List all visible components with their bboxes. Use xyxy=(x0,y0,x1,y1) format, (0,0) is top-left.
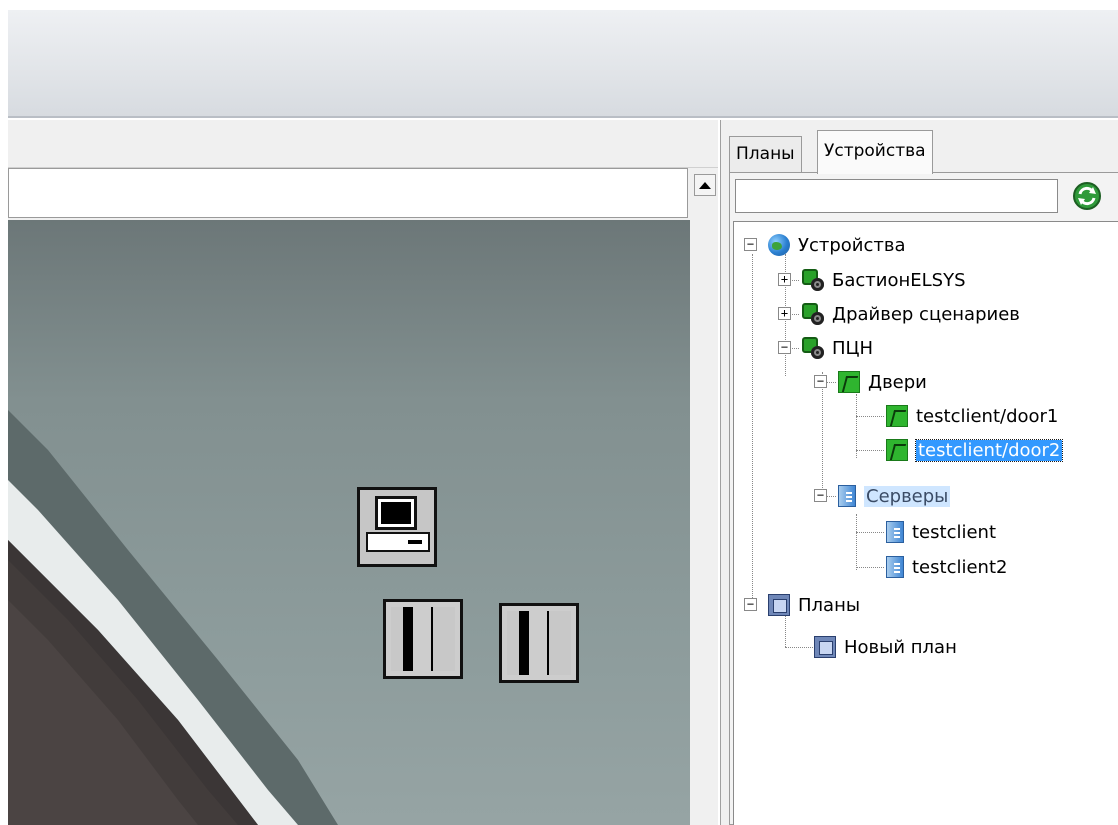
computer-icon[interactable] xyxy=(357,487,437,567)
tree-node-label: ПЦН xyxy=(832,337,874,359)
monitor-screen xyxy=(375,496,417,530)
tree-node-label: Устройства xyxy=(798,234,906,256)
tree-node-door2[interactable]: testclient/door2 xyxy=(886,435,1064,465)
tree-node-label: Драйвер сценариев xyxy=(832,303,1020,325)
driver-gear-icon xyxy=(802,303,824,325)
tree-line xyxy=(856,514,857,570)
tab-devices[interactable]: Устройства xyxy=(817,130,933,174)
plan-icon xyxy=(814,636,836,658)
tree-node-devices-root[interactable]: Устройства xyxy=(768,230,906,260)
tree-node-testclient2[interactable]: testclient2 xyxy=(886,552,1007,582)
refresh-icon[interactable] xyxy=(1072,181,1102,211)
door-leaf-left xyxy=(507,611,529,675)
tab-plans[interactable]: Планы xyxy=(729,136,802,172)
tree-line xyxy=(822,372,823,500)
tree-node-label: Новый план xyxy=(844,636,957,658)
driver-gear-icon xyxy=(802,337,824,359)
tree-node-scenario-driver[interactable]: Драйвер сценариев xyxy=(802,299,1020,329)
server-icon xyxy=(886,521,904,543)
collapse-toggle[interactable]: − xyxy=(778,341,791,354)
ribbon-toolbar xyxy=(8,10,1118,118)
tab-content: − Устройства + БастионELSYS + Драйвер сц… xyxy=(729,172,1118,825)
tree-node-doors[interactable]: Двери xyxy=(838,367,927,397)
plan-canvas[interactable] xyxy=(8,220,690,825)
tree-line xyxy=(856,532,884,533)
door-icon xyxy=(886,405,908,427)
tree-node-door1[interactable]: testclient/door1 xyxy=(886,401,1058,431)
tree-node-pcn[interactable]: ПЦН xyxy=(802,333,873,363)
arrow-up-icon xyxy=(699,181,711,189)
tree-node-bastion[interactable]: БастионELSYS xyxy=(802,265,966,295)
tree-node-testclient[interactable]: testclient xyxy=(886,517,996,547)
plan-icon xyxy=(768,594,790,616)
vertical-scrollbar[interactable] xyxy=(690,168,718,825)
devices-panel: Планы Устройства − Устройства + БастионE… xyxy=(720,120,1118,825)
search-input[interactable] xyxy=(735,179,1058,213)
tree-node-label: testclient/door2 xyxy=(914,438,1064,462)
tree-node-label: БастионELSYS xyxy=(832,269,966,291)
expand-toggle[interactable]: + xyxy=(778,307,791,320)
tree-node-new-plan[interactable]: Новый план xyxy=(814,632,957,662)
collapse-toggle[interactable]: − xyxy=(814,489,827,502)
tree-line xyxy=(856,450,884,451)
floor-background xyxy=(8,410,338,825)
tree-line xyxy=(856,394,857,458)
door-leaf-left xyxy=(391,607,413,671)
server-icon xyxy=(886,556,904,578)
door-icon xyxy=(886,439,908,461)
collapse-toggle[interactable]: − xyxy=(744,598,757,611)
door-leaf-right xyxy=(431,607,455,671)
server-icon xyxy=(838,485,856,507)
editor-ruler xyxy=(8,168,688,218)
tree-line xyxy=(752,254,753,610)
door-icon xyxy=(838,371,860,393)
tree-node-plans-root[interactable]: Планы xyxy=(768,590,860,620)
door-icon[interactable] xyxy=(383,599,463,679)
expand-toggle[interactable]: + xyxy=(778,273,791,286)
door-icon[interactable] xyxy=(499,603,579,683)
scroll-up-button[interactable] xyxy=(694,174,716,196)
tree-line xyxy=(856,416,884,417)
tree-node-label: Двери xyxy=(868,371,927,393)
collapse-toggle[interactable]: − xyxy=(744,238,757,251)
tree-node-label: Серверы xyxy=(864,485,951,507)
tree-node-label: Планы xyxy=(798,594,861,616)
tree-node-servers[interactable]: Серверы xyxy=(838,481,951,511)
tree-line xyxy=(856,567,884,568)
collapse-toggle[interactable]: − xyxy=(814,375,827,388)
computer-base xyxy=(366,532,430,552)
tree-node-label: testclient xyxy=(912,521,997,543)
door-leaf-right xyxy=(547,611,571,675)
plan-editor-panel xyxy=(8,120,718,825)
tree-node-label: testclient/door1 xyxy=(916,405,1059,427)
tree-node-label: testclient2 xyxy=(912,556,1008,578)
driver-gear-icon xyxy=(802,269,824,291)
tree-line xyxy=(785,647,813,648)
editor-header xyxy=(8,120,718,168)
globe-icon xyxy=(768,234,790,256)
device-tree[interactable]: − Устройства + БастионELSYS + Драйвер сц… xyxy=(733,221,1118,825)
